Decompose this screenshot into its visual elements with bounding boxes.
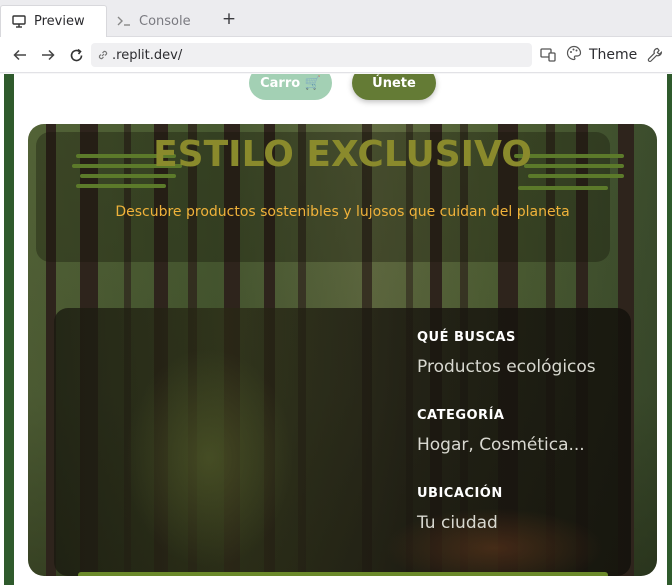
- field-label-what: QUÉ BUSCAS: [417, 330, 516, 345]
- tab-preview-label: Preview: [34, 14, 85, 29]
- wrench-icon[interactable]: [647, 45, 663, 65]
- browser-tabbar: Preview Console +: [0, 0, 672, 37]
- field-input-category[interactable]: Hogar, Cosmética...: [417, 435, 585, 455]
- field-input-location[interactable]: Tu ciudad: [417, 513, 498, 533]
- field-label-category: CATEGORÍA: [417, 408, 505, 423]
- devices-icon[interactable]: [540, 45, 556, 65]
- theme-label: Theme: [589, 47, 638, 63]
- tab-console-label: Console: [139, 13, 191, 29]
- monitor-icon: [11, 14, 27, 30]
- url-text: .replit.dev/: [112, 47, 183, 63]
- hero-subtitle: Descubre productos sostenibles y lujosos…: [115, 204, 570, 220]
- field-input-what[interactable]: Productos ecológicos: [417, 357, 596, 377]
- back-arrow-icon[interactable]: [11, 46, 29, 64]
- cart-button[interactable]: Carro 🛒: [249, 74, 332, 100]
- hero-section: ESTILO EXCLUSIVO Descubre productos sost…: [28, 124, 657, 576]
- tab-console[interactable]: Console: [108, 5, 212, 37]
- browser-navbar: .replit.dev/ Theme: [0, 37, 672, 73]
- new-tab-button[interactable]: +: [220, 10, 238, 28]
- palette-icon: [566, 45, 582, 65]
- decor-stripe: [76, 184, 166, 188]
- tab-preview[interactable]: Preview: [0, 5, 107, 37]
- url-bar[interactable]: .replit.dev/: [91, 43, 532, 67]
- link-icon: [97, 49, 109, 61]
- join-button[interactable]: Únete: [352, 74, 436, 100]
- reload-icon[interactable]: [67, 46, 85, 64]
- left-edge: [0, 74, 14, 585]
- search-button-edge[interactable]: [78, 572, 608, 576]
- decor-glow: [124, 348, 294, 568]
- forward-arrow-icon[interactable]: [39, 46, 57, 64]
- theme-button[interactable]: Theme: [566, 45, 637, 65]
- right-edge: [667, 74, 672, 585]
- decor-stripe: [518, 186, 608, 190]
- hero-title: ESTILO EXCLUSIVO: [153, 134, 532, 175]
- page-viewport: Carro 🛒 Únete ESTILO EXCLUSIVO Descubre …: [0, 74, 672, 585]
- search-form-panel: QUÉ BUSCAS Productos ecológicos CATEGORÍ…: [54, 308, 631, 576]
- field-label-location: UBICACIÓN: [417, 486, 503, 501]
- terminal-icon: [116, 13, 132, 29]
